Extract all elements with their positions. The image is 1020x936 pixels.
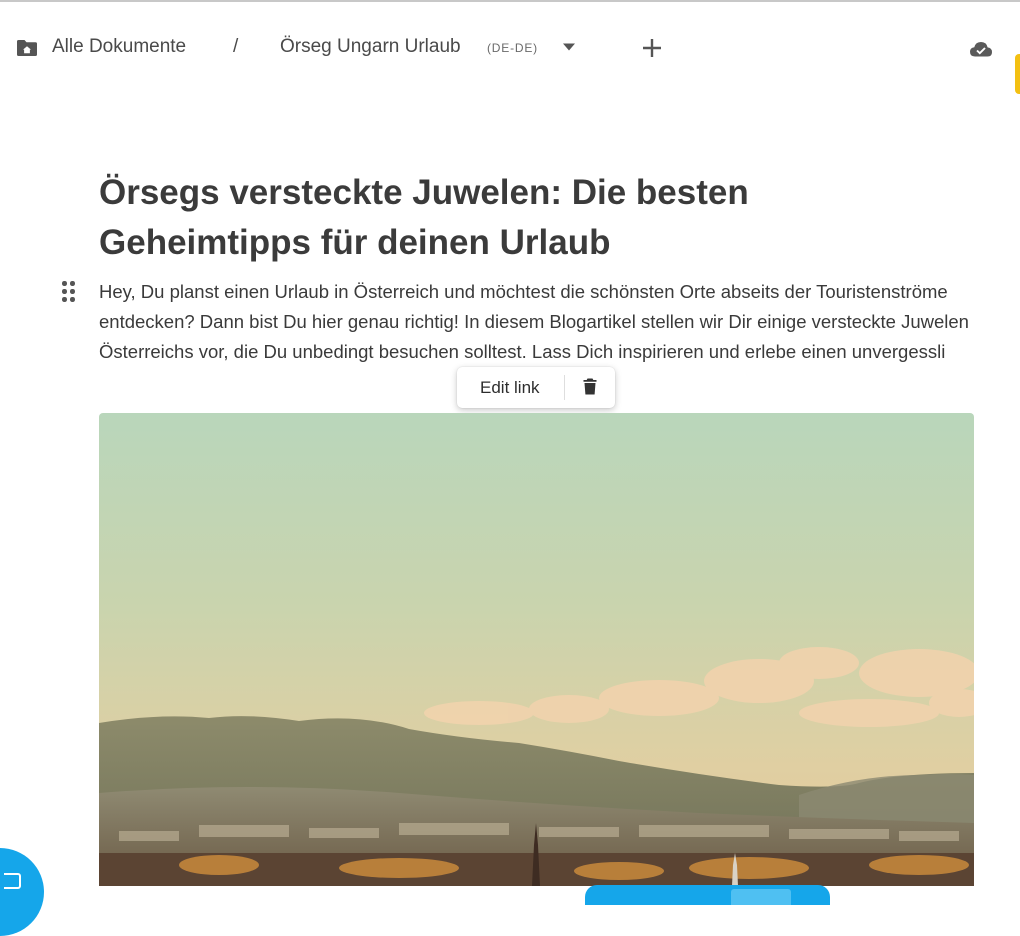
bottom-toolbar[interactable] [585, 885, 830, 905]
edit-link-button[interactable]: Edit link [480, 378, 540, 398]
hero-image[interactable] [99, 413, 974, 886]
breadcrumb-all-documents[interactable]: Alle Dokumente [52, 36, 186, 58]
trash-icon[interactable] [583, 378, 597, 395]
bottom-toolbar-segment[interactable] [731, 889, 791, 905]
document-header: Alle Dokumente / Örseg Ungarn Urlaub (DE… [0, 26, 1020, 94]
assistant-fab-button[interactable] [0, 848, 44, 936]
cloud-check-icon [970, 42, 992, 57]
link-popover: Edit link [457, 367, 615, 408]
top-border [0, 0, 1020, 2]
breadcrumb-separator: / [233, 36, 239, 57]
document-title[interactable]: Örseg Ungarn Urlaub [280, 36, 461, 58]
popover-divider [564, 375, 565, 400]
landscape-illustration [99, 413, 974, 886]
add-document-button[interactable] [640, 36, 664, 60]
locale-badge: (DE-DE) [487, 41, 538, 55]
window-icon [4, 873, 21, 889]
caret-down-icon[interactable] [561, 42, 577, 52]
article-paragraph[interactable]: Hey, Du planst einen Urlaub in Österreic… [99, 277, 979, 367]
drag-handle-icon[interactable] [61, 281, 77, 303]
article-title[interactable]: Örsegs versteckte Juwelen: Die besten Ge… [99, 168, 859, 268]
side-panel-tab[interactable] [1015, 54, 1020, 94]
folder-home-icon[interactable] [16, 39, 38, 57]
